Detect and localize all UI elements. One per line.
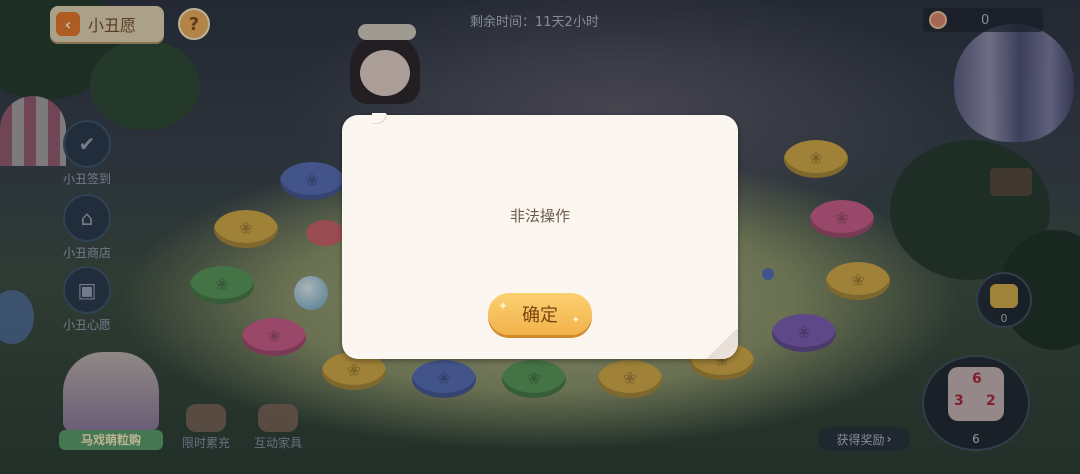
confirm-button[interactable]: ✦ 确定 ✦: [488, 293, 592, 335]
confirm-label: 确定: [522, 305, 558, 326]
paper-curl-decoration: [372, 113, 386, 123]
dialog-message: 非法操作: [509, 207, 570, 225]
alert-dialog: 非法操作 ✦ 确定 ✦: [342, 113, 738, 359]
sparkle-icon: ✦: [571, 315, 580, 326]
sparkle-icon: ✦: [498, 299, 509, 313]
